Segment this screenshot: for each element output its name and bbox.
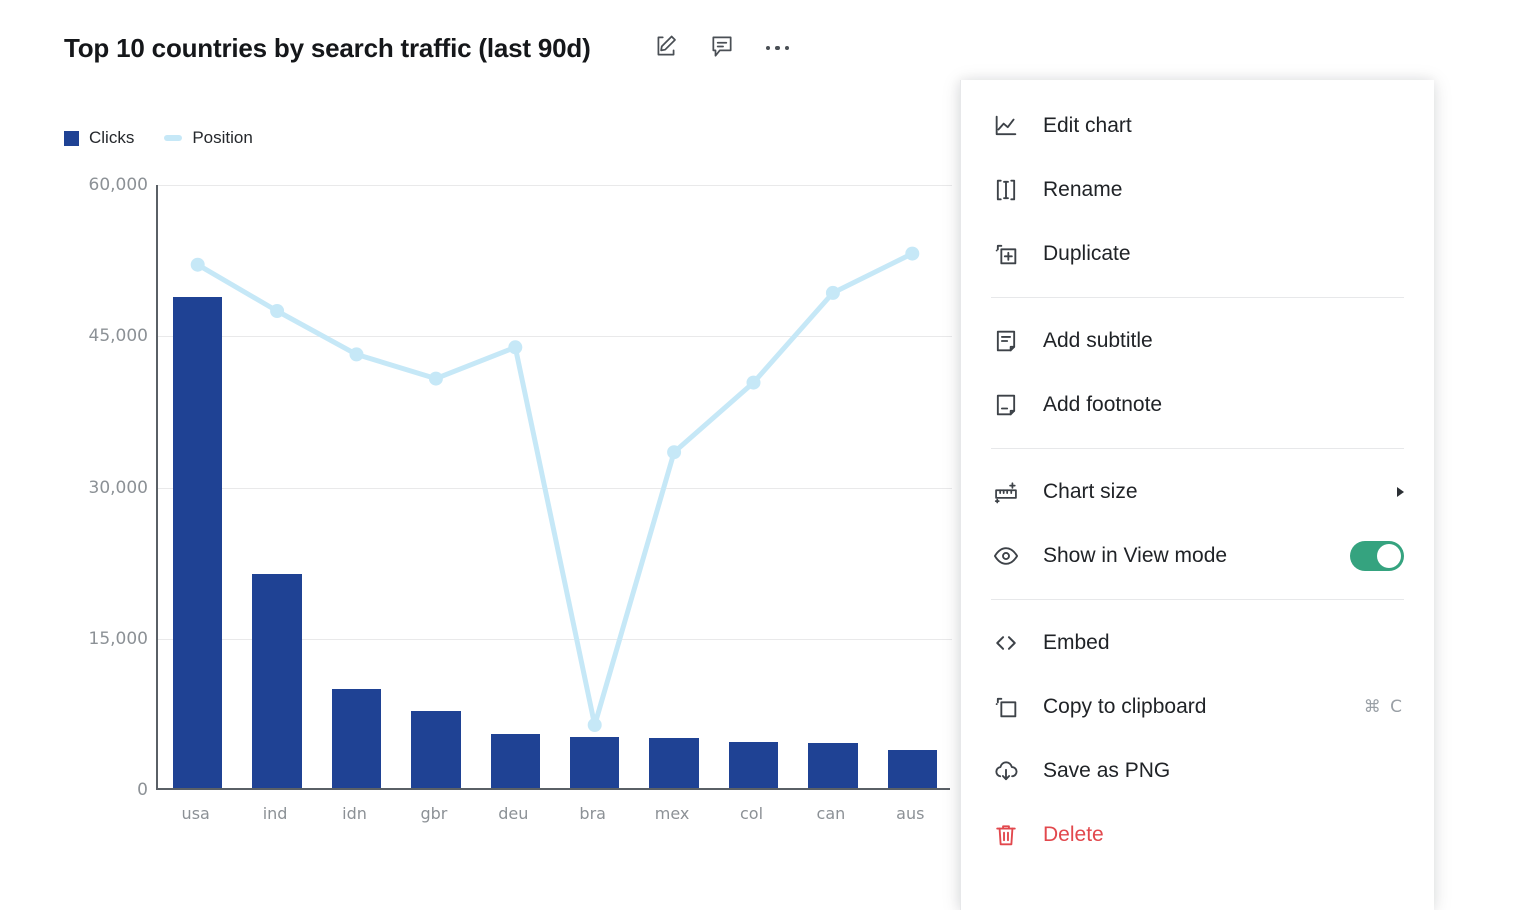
menu-item-label: Add footnote: [1043, 393, 1163, 416]
menu-item-save-as-png[interactable]: Save as PNG: [961, 739, 1434, 803]
menu-item-label: Save as PNG: [1043, 759, 1171, 782]
line-path: [195, 251, 915, 728]
pencil-square-icon: [653, 33, 679, 64]
dot: [775, 45, 780, 51]
rename-text-icon: [991, 175, 1021, 205]
show-in-view-mode-toggle[interactable]: [1350, 541, 1404, 571]
menu-item-label: Delete: [1043, 823, 1104, 846]
line-data-point[interactable]: [270, 304, 285, 318]
x-axis-tick-label: usa: [181, 804, 210, 823]
page-title: Top 10 countries by search traffic (last…: [64, 32, 591, 63]
dot: [765, 45, 771, 51]
x-axis-tick-label: idn: [342, 804, 367, 823]
x-axis-tick-label: aus: [896, 804, 925, 823]
legend-item-position[interactable]: Position: [164, 128, 253, 148]
line-data-point[interactable]: [428, 371, 443, 386]
y-axis-tick-label: 45,000: [88, 326, 148, 347]
menu-separator: [991, 599, 1404, 600]
menu-item-show-in-view-mode[interactable]: Show in View mode: [961, 524, 1434, 588]
legend-item-label: Position: [192, 128, 253, 147]
legend-swatch-line-icon: [164, 135, 183, 141]
menu-item-label: Add subtitle: [1043, 329, 1153, 352]
menu-item-label: Duplicate: [1043, 242, 1131, 265]
menu-item-shortcut: ⌘ C: [1363, 697, 1404, 717]
legend-swatch-square-icon: [64, 130, 79, 146]
menu-item-add-subtitle[interactable]: Add subtitle: [961, 309, 1434, 373]
menu-item-label: Embed: [1043, 631, 1110, 654]
edit-chart-icon-button[interactable]: [651, 33, 681, 63]
y-axis-tick-label: 30,000: [88, 477, 148, 498]
menu-item-edit-chart[interactable]: Edit chart: [961, 94, 1434, 158]
duplicate-icon: [991, 239, 1021, 269]
x-axis-tick-label: col: [739, 804, 764, 823]
chevron-right-icon: [1397, 487, 1404, 497]
y-axis-tick-label: 0: [137, 780, 148, 800]
y-axis-tick-label: 15,000: [88, 628, 148, 649]
menu-item-label: Chart size: [1043, 480, 1138, 503]
plot-canvas: [156, 185, 952, 790]
ruler-icon: [991, 477, 1021, 507]
x-axis-tick-label: gbr: [420, 804, 448, 823]
code-brackets-icon: [991, 628, 1021, 658]
line-data-point[interactable]: [190, 257, 205, 272]
comment-icon: [709, 33, 735, 64]
menu-separator: [991, 297, 1404, 298]
legend-item-clicks[interactable]: Clicks: [64, 128, 134, 148]
menu-item-duplicate[interactable]: Duplicate: [961, 222, 1434, 286]
menu-item-label: Copy to clipboard: [1043, 695, 1207, 718]
chart-context-menu: Edit chart Rename Duplicate Add subtitle Add…: [960, 80, 1434, 910]
x-axis-tick-label: deu: [498, 804, 529, 823]
menu-item-label: Show in View mode: [1043, 544, 1228, 567]
line-data-point[interactable]: [667, 445, 682, 460]
toggle-knob: [1377, 544, 1401, 568]
menu-item-add-footnote[interactable]: Add footnote: [961, 373, 1434, 437]
line-series-position: [190, 246, 920, 732]
line-data-point[interactable]: [746, 375, 761, 390]
menu-item-delete[interactable]: Delete: [961, 803, 1434, 867]
line-data-point[interactable]: [905, 246, 920, 261]
line-data-point[interactable]: [508, 340, 523, 355]
x-axis-tick-label: mex: [654, 804, 690, 823]
header-action-group: [651, 33, 793, 63]
menu-item-label: Edit chart: [1043, 114, 1132, 137]
x-axis-tick-label: bra: [579, 804, 606, 823]
line-data-point[interactable]: [825, 285, 840, 300]
comment-icon-button[interactable]: [707, 33, 737, 63]
more-horizontal-icon[interactable]: [763, 33, 793, 63]
x-axis-tick-label: ind: [262, 804, 288, 823]
menu-item-copy-to-clipboard[interactable]: Copy to clipboard ⌘ C: [961, 675, 1434, 739]
menu-item-rename[interactable]: Rename: [961, 158, 1434, 222]
copy-icon: [991, 692, 1021, 722]
trash-icon: [991, 820, 1021, 850]
dot: [784, 45, 790, 51]
line-chart-icon: [991, 111, 1021, 141]
line-data-point[interactable]: [349, 347, 364, 362]
cloud-download-icon: [991, 756, 1021, 786]
chart-legend: Clicks Position: [64, 128, 253, 148]
menu-item-label: Rename: [1043, 178, 1123, 201]
line-data-point[interactable]: [587, 718, 602, 732]
menu-separator: [991, 448, 1404, 449]
footnote-note-icon: [991, 390, 1021, 420]
y-axis-tick-label: 60,000: [88, 175, 148, 195]
y-axis-tick-labels: 0 15,000 30,000 45,000 60,000: [64, 175, 148, 800]
legend-item-label: Clicks: [89, 128, 135, 147]
menu-item-embed[interactable]: Embed: [961, 611, 1434, 675]
chart-plot-area: 0 15,000 30,000 45,000 60,000 usa ind idn gbr de…: [64, 170, 952, 850]
x-axis-tick-label: can: [816, 804, 846, 823]
x-axis-tick-labels: usa ind idn gbr deu bra mex col can aus: [156, 804, 950, 834]
subtitle-note-icon: [991, 326, 1021, 356]
menu-item-chart-size[interactable]: Chart size: [961, 460, 1434, 524]
eye-icon: [991, 541, 1021, 571]
